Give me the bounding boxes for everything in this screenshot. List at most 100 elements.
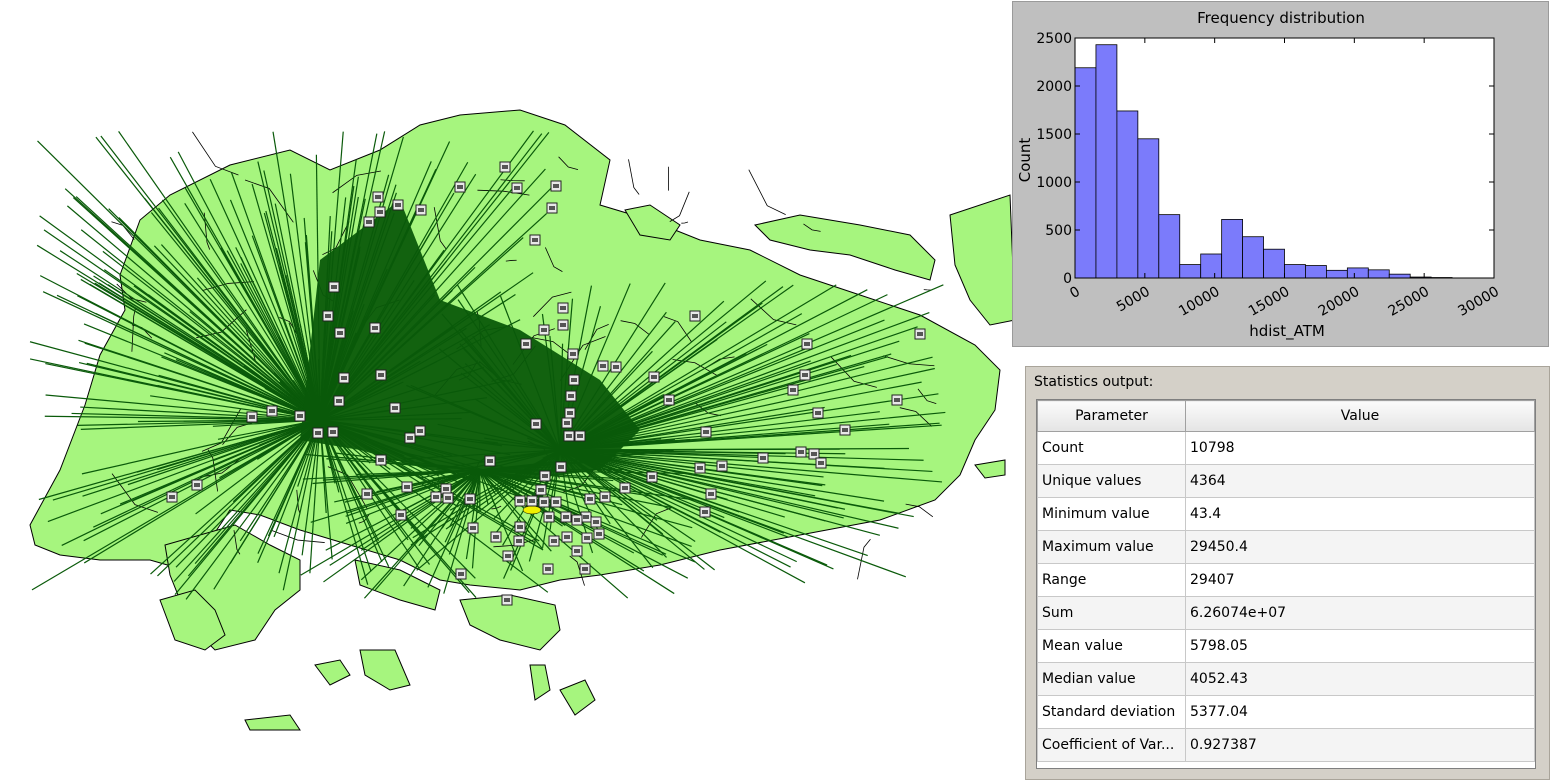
atm-icon[interactable] xyxy=(333,395,345,407)
atm-icon[interactable] xyxy=(401,481,413,493)
atm-icon[interactable] xyxy=(757,452,769,464)
statistics-table-container[interactable]: Parameter Value Count 10798 Unique values… xyxy=(1036,399,1536,769)
atm-icon[interactable] xyxy=(579,563,591,575)
atm-icon[interactable] xyxy=(571,514,583,526)
atm-icon[interactable] xyxy=(543,511,555,523)
atm-icon[interactable] xyxy=(812,407,824,419)
atm-icon[interactable] xyxy=(539,470,551,482)
atm-icon[interactable] xyxy=(484,455,496,467)
atm-icon[interactable] xyxy=(374,206,386,218)
atm-icon[interactable] xyxy=(542,563,554,575)
atm-icon[interactable] xyxy=(560,511,572,523)
atm-icon[interactable] xyxy=(363,216,375,228)
table-row[interactable]: Mean value 5798.05 xyxy=(1037,629,1535,663)
atm-icon[interactable] xyxy=(565,390,577,402)
atm-icon[interactable] xyxy=(815,457,827,469)
atm-icon[interactable] xyxy=(502,550,514,562)
table-row[interactable]: Median value 4052.43 xyxy=(1037,662,1535,696)
atm-icon[interactable] xyxy=(571,545,583,557)
atm-icon[interactable] xyxy=(415,204,427,216)
atm-icon[interactable] xyxy=(328,281,340,293)
atm-icon[interactable] xyxy=(535,484,547,496)
atm-icon[interactable] xyxy=(389,402,401,414)
table-row[interactable]: Unique values 4364 xyxy=(1037,464,1535,498)
atm-icon[interactable] xyxy=(369,322,381,334)
atm-icon[interactable] xyxy=(372,191,384,203)
table-row[interactable]: Count 10798 xyxy=(1037,431,1535,465)
atm-icon[interactable] xyxy=(700,426,712,438)
atm-icon[interactable] xyxy=(294,410,306,422)
atm-icon[interactable] xyxy=(454,181,466,193)
atm-icon[interactable] xyxy=(689,310,701,322)
atm-icon[interactable] xyxy=(561,531,573,543)
atm-icon[interactable] xyxy=(442,492,454,504)
table-row[interactable]: Standard deviation 5377.04 xyxy=(1037,695,1535,729)
atm-icon[interactable] xyxy=(564,407,576,419)
atm-icon[interactable] xyxy=(520,338,532,350)
atm-icon[interactable] xyxy=(694,462,706,474)
atm-icon[interactable] xyxy=(526,495,538,507)
atm-icon[interactable] xyxy=(716,460,728,472)
atm-icon[interactable] xyxy=(375,369,387,381)
atm-icon[interactable] xyxy=(266,405,278,417)
atm-icon[interactable] xyxy=(375,454,387,466)
atm-icon[interactable] xyxy=(648,371,660,383)
atm-icon[interactable] xyxy=(392,199,404,211)
atm-icon[interactable] xyxy=(404,432,416,444)
atm-icon[interactable] xyxy=(530,418,542,430)
table-row[interactable]: Range 29407 xyxy=(1037,563,1535,597)
atm-icon[interactable] xyxy=(529,234,541,246)
table-row[interactable]: Sum 6.26074e+07 xyxy=(1037,596,1535,630)
atm-icon[interactable] xyxy=(246,411,258,423)
atm-icon[interactable] xyxy=(557,302,569,314)
atm-icon[interactable] xyxy=(663,394,675,406)
atm-icon[interactable] xyxy=(395,509,407,521)
atm-icon[interactable] xyxy=(891,394,903,406)
table-row[interactable]: Maximum value 29450.4 xyxy=(1037,530,1535,564)
atm-icon[interactable] xyxy=(538,496,550,508)
atm-icon[interactable] xyxy=(550,180,562,192)
atm-icon[interactable] xyxy=(787,384,799,396)
atm-icon[interactable] xyxy=(593,528,605,540)
atm-icon[interactable] xyxy=(513,535,525,547)
column-header-value[interactable]: Value xyxy=(1185,400,1535,432)
atm-icon[interactable] xyxy=(597,360,609,372)
atm-icon[interactable] xyxy=(501,594,513,606)
atm-icon[interactable] xyxy=(839,424,851,436)
atm-icon[interactable] xyxy=(557,319,569,331)
atm-icon[interactable] xyxy=(455,568,467,580)
atm-icon[interactable] xyxy=(538,324,550,336)
table-row[interactable]: Minimum value 43.4 xyxy=(1037,497,1535,531)
atm-icon[interactable] xyxy=(548,535,560,547)
atm-icon[interactable] xyxy=(334,327,346,339)
atm-icon[interactable] xyxy=(914,328,926,340)
atm-icon[interactable] xyxy=(567,348,579,360)
atm-icon[interactable] xyxy=(464,493,476,505)
atm-icon[interactable] xyxy=(166,491,178,503)
atm-icon[interactable] xyxy=(581,532,593,544)
atm-icon[interactable] xyxy=(646,471,658,483)
table-row[interactable]: Coefficient of Var... 0.927387 xyxy=(1037,728,1535,762)
atm-icon[interactable] xyxy=(327,426,339,438)
column-header-parameter[interactable]: Parameter xyxy=(1037,400,1186,432)
atm-icon[interactable] xyxy=(619,482,631,494)
atm-icon[interactable] xyxy=(414,425,426,437)
atm-icon[interactable] xyxy=(563,430,575,442)
atm-icon[interactable] xyxy=(568,374,580,386)
atm-icon[interactable] xyxy=(574,430,586,442)
atm-icon[interactable] xyxy=(599,491,611,503)
atm-icon[interactable] xyxy=(590,516,602,528)
map-canvas[interactable] xyxy=(0,0,1015,780)
atm-icon[interactable] xyxy=(550,496,562,508)
atm-icon[interactable] xyxy=(799,369,811,381)
atm-icon[interactable] xyxy=(490,531,502,543)
atm-icon[interactable] xyxy=(705,488,717,500)
atm-icon[interactable] xyxy=(191,479,203,491)
atm-icon[interactable] xyxy=(795,446,807,458)
atm-icon[interactable] xyxy=(514,495,526,507)
atm-icon[interactable] xyxy=(511,182,523,194)
atm-icon[interactable] xyxy=(699,506,711,518)
atm-icon[interactable] xyxy=(584,493,596,505)
atm-icon[interactable] xyxy=(338,372,350,384)
atm-icon[interactable] xyxy=(546,202,558,214)
